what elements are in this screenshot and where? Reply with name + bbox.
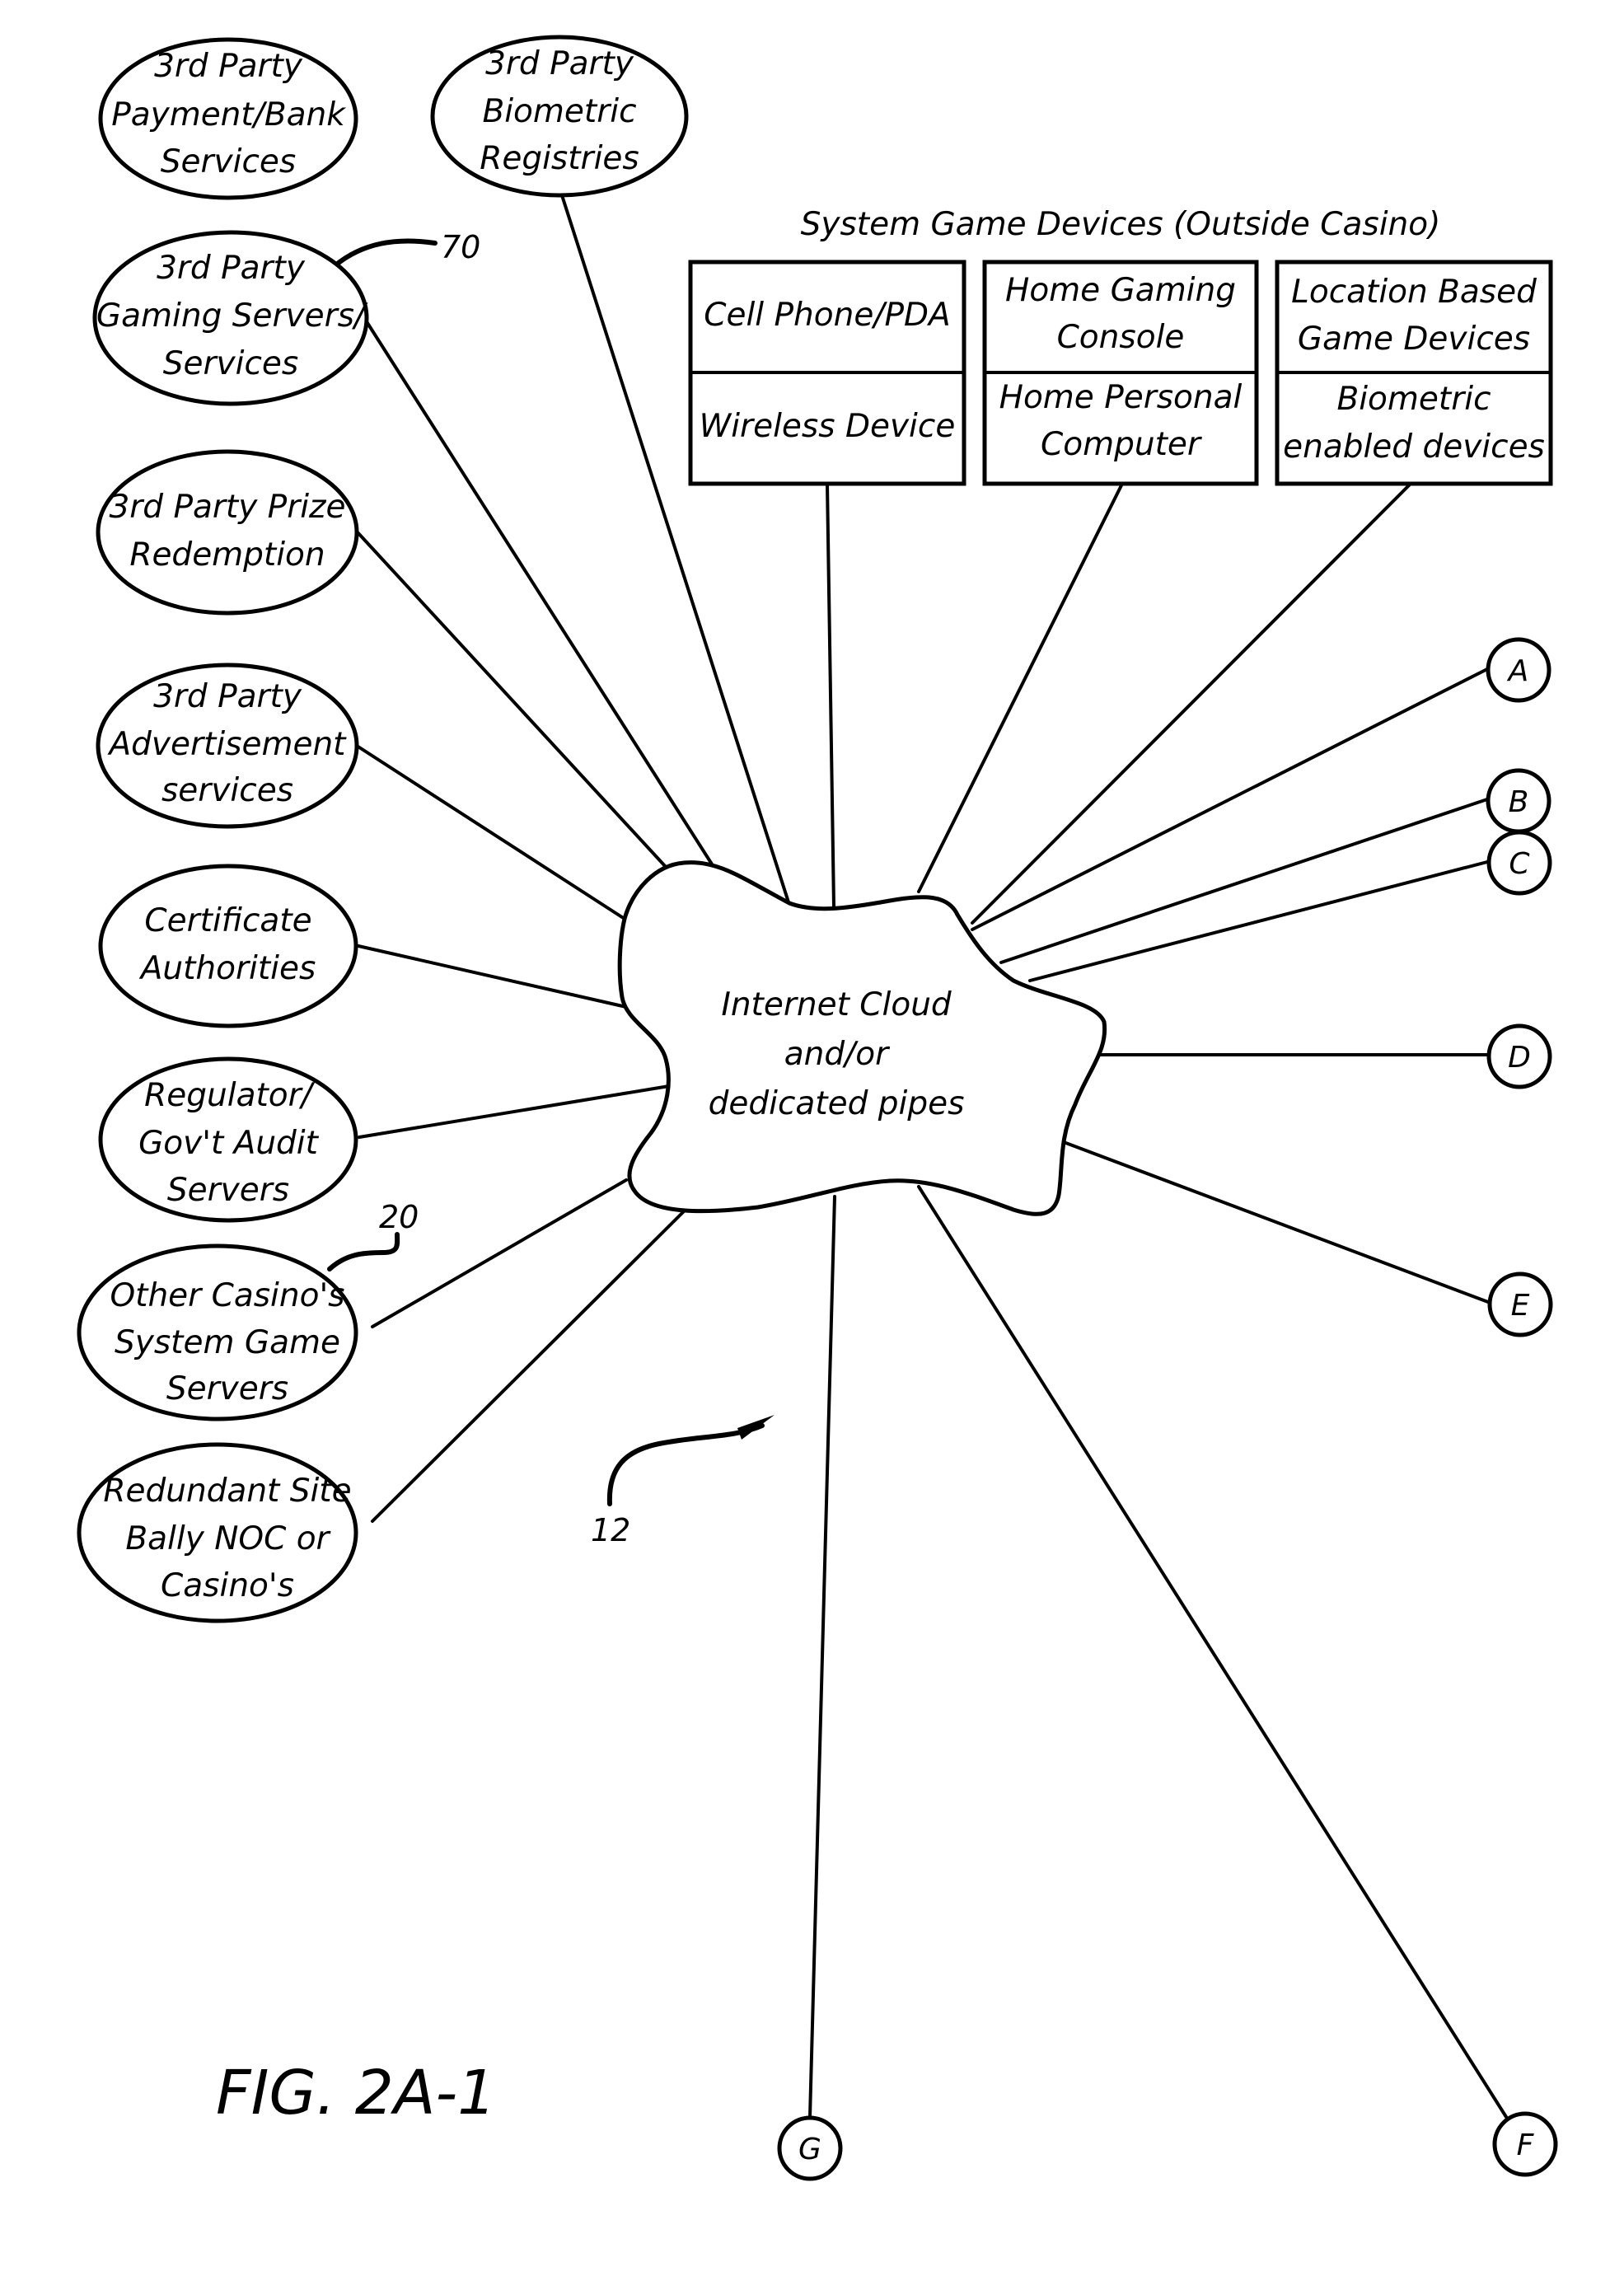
service-advertisement: 3rd Party Advertisement services <box>96 663 359 829</box>
wire-home-pc <box>917 482 1124 893</box>
device-box-mobile: Cell Phone/PDA Wireless Device <box>688 260 966 486</box>
connector-letter: A <box>1507 654 1529 688</box>
service-label-line: 3rd Party <box>485 45 634 82</box>
wire-regulator-audit <box>358 1084 671 1139</box>
connector-f: F <box>1492 2111 1558 2177</box>
service-label-line: Biometric <box>482 93 636 130</box>
service-other-casino: 20 Other Casino's System Game Servers <box>77 1199 419 1421</box>
service-label-line: Services <box>161 143 296 180</box>
device-label: Cell Phone/PDA <box>704 297 950 334</box>
reference-12-label: 12 <box>591 1512 630 1548</box>
outside-casino-caption: System Game Devices (Outside Casino) <box>801 206 1441 243</box>
service-label-line: Redemption <box>129 536 325 574</box>
cloud-label-line-3: dedicated pipes <box>709 1085 965 1122</box>
device-box-home: Home Gaming Console Home Personal Comput… <box>982 260 1259 486</box>
outside-casino-devices: System Game Devices (Outside Casino) Cel… <box>688 206 1553 486</box>
connector-letter: B <box>1509 785 1529 819</box>
service-label-line: 3rd Party <box>157 250 306 287</box>
connector-g: G <box>777 2115 843 2181</box>
service-ellipse <box>96 449 359 616</box>
connector-d: D <box>1486 1023 1552 1089</box>
service-label-line: Gaming Servers/ <box>96 297 368 335</box>
service-label-line: Servers <box>167 1172 289 1209</box>
device-label: Biometric <box>1336 381 1491 418</box>
service-certificate-authorities: Certificate Authorities <box>98 864 358 1028</box>
off-page-connectors: A B C D E F G <box>777 637 1558 2181</box>
wire-connector-a <box>971 667 1489 931</box>
device-label: Location Based <box>1291 274 1537 311</box>
connector-b: B <box>1486 768 1551 834</box>
reference-20-leader <box>327 1232 400 1271</box>
device-label: Home Personal <box>999 379 1243 416</box>
service-label-line: Redundant Site <box>103 1473 351 1510</box>
service-label-line: services <box>161 772 293 809</box>
service-biometric-registries: 3rd Party Biometric Registries <box>430 35 689 198</box>
service-label-line: Registries <box>480 140 639 177</box>
service-prize-redemption: 3rd Party Prize Redemption <box>96 449 359 616</box>
service-label-line: Advertisement <box>107 726 348 763</box>
service-payment-bank: 3rd Party Payment/Bank Services <box>98 37 358 200</box>
wire-prize-redemption <box>355 530 667 869</box>
service-ellipse <box>98 864 358 1028</box>
connector-letter: C <box>1509 847 1530 881</box>
device-label: Console <box>1057 319 1185 356</box>
network-diagram: Internet Cloud and/or dedicated pipes 12… <box>77 35 1558 2181</box>
device-label: enabled devices <box>1283 429 1545 466</box>
figure-label: FIG. 2A-1 <box>216 2058 496 2128</box>
service-gaming-servers: 70 3rd Party Gaming Servers/ Services <box>92 229 480 406</box>
reference-arrow <box>606 1423 765 1506</box>
service-label-line: 3rd Party Prize <box>109 489 345 526</box>
service-label-line: Services <box>163 345 298 382</box>
service-label-line: Gov't Audit <box>138 1125 320 1162</box>
device-label: Game Devices <box>1298 321 1530 358</box>
service-label-line: 3rd Party <box>154 48 303 85</box>
reference-12: 12 <box>591 1415 775 1548</box>
internet-cloud: Internet Cloud and/or dedicated pipes <box>617 860 1107 1216</box>
service-label-line: Regulator/ <box>144 1077 315 1114</box>
service-label-line: Servers <box>166 1370 288 1407</box>
service-label-line: Casino's <box>161 1567 294 1604</box>
wire-connector-c <box>1028 860 1489 982</box>
connector-a: A <box>1486 637 1551 703</box>
service-redundant-site: Redundant Site Bally NOC or Casino's <box>77 1442 358 1623</box>
reference-70-label: 70 <box>441 229 480 265</box>
arrowhead-icon <box>737 1415 775 1440</box>
service-label-line: System Game <box>115 1324 340 1361</box>
wire-connector-f <box>917 1185 1508 2119</box>
wire-advertisement <box>355 744 626 920</box>
connector-c: C <box>1486 830 1552 896</box>
connector-e: E <box>1487 1271 1553 1337</box>
wire-certificate-authorities <box>357 944 628 1009</box>
wire-location-devices <box>971 482 1412 925</box>
service-label-line: Bally NOC or <box>125 1520 331 1557</box>
service-label-line: Certificate <box>144 902 311 939</box>
cloud-label-line-2: and/or <box>784 1036 891 1073</box>
device-label: Home Gaming <box>1005 272 1236 309</box>
service-label-line: Authorities <box>138 950 316 987</box>
service-label-line: 3rd Party <box>153 678 302 715</box>
device-label: Computer <box>1041 426 1203 463</box>
wire-wireless-device <box>826 482 835 908</box>
connector-letter: D <box>1508 1041 1531 1075</box>
service-label-line: Other Casino's <box>110 1277 344 1314</box>
wire-redundant-site <box>371 1206 690 1523</box>
wire-connector-g <box>808 1195 836 2119</box>
wire-connector-e <box>1055 1138 1490 1304</box>
service-regulator-audit: Regulator/ Gov't Audit Servers <box>98 1056 358 1223</box>
cloud-label-line-1: Internet Cloud <box>721 986 952 1023</box>
device-label: Wireless Device <box>700 408 956 445</box>
connector-letter: G <box>798 2133 821 2166</box>
service-label-line: Payment/Bank <box>111 96 346 133</box>
connector-letter: E <box>1511 1289 1530 1323</box>
reference-20-label: 20 <box>379 1199 419 1235</box>
device-box-location: Location Based Game Devices Biometric en… <box>1275 260 1553 486</box>
connector-letter: F <box>1517 2128 1535 2162</box>
reference-70-leader <box>333 238 438 268</box>
